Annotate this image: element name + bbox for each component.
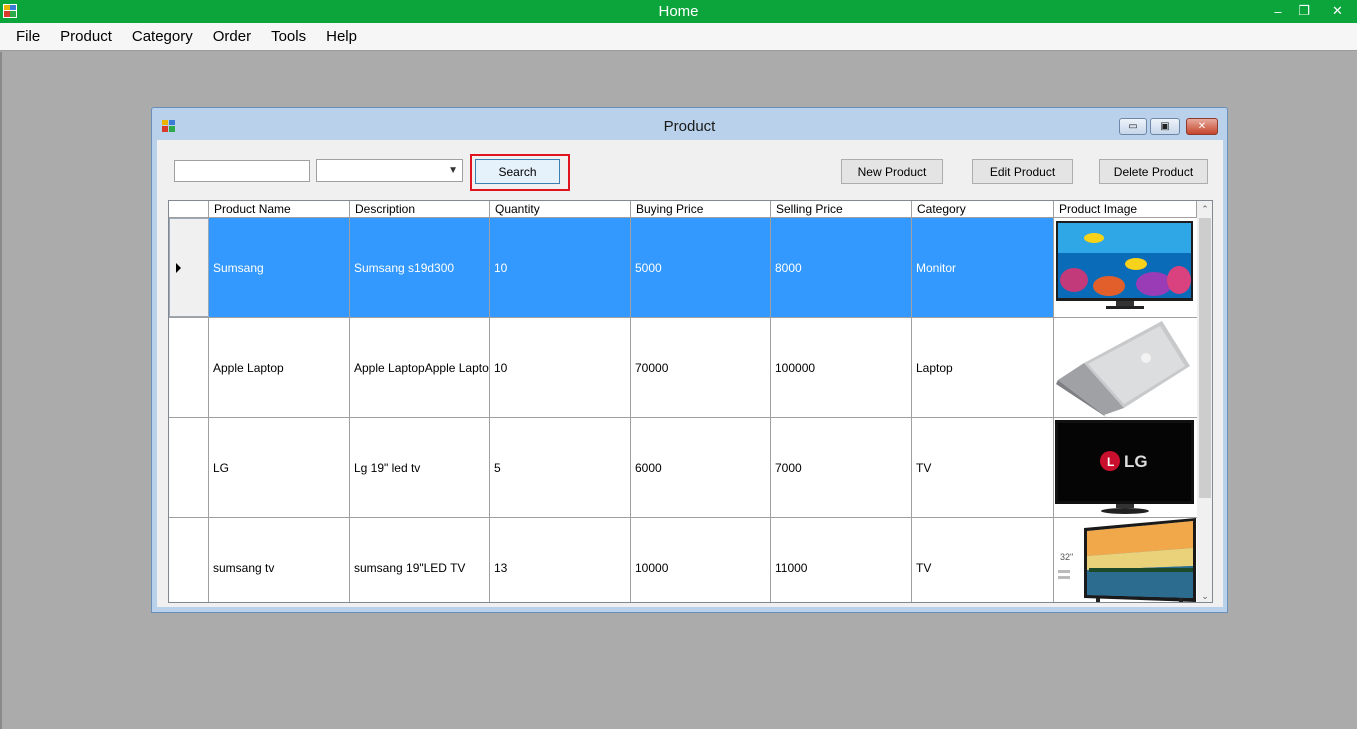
table-row[interactable]: Sumsang Sumsang s19d300 10 5000 8000 Mon… (169, 218, 1197, 318)
header-quantity[interactable]: Quantity (490, 201, 631, 218)
cell-product-image[interactable] (1054, 318, 1196, 417)
main-window-title: Home (658, 3, 699, 20)
cell-selling-price[interactable]: 8000 (771, 218, 912, 317)
cell-product-name[interactable]: LG (209, 418, 350, 517)
child-maximize-button[interactable]: ▣ (1150, 118, 1180, 135)
menu-bar: File Product Category Order Tools Help (0, 23, 1357, 51)
cell-product-image[interactable]: 32" (1054, 518, 1196, 602)
category-select[interactable]: ▼ (316, 159, 463, 182)
header-description[interactable]: Description (350, 201, 490, 218)
lg-tv-image: L LG (1054, 418, 1196, 517)
search-input[interactable] (174, 160, 310, 182)
menu-order[interactable]: Order (203, 23, 261, 51)
svg-text:L: L (1107, 455, 1114, 469)
led-tv-landscape-image: 32" (1054, 518, 1196, 602)
cell-description[interactable]: Lg 19" led tv (350, 418, 490, 517)
cell-category[interactable]: Monitor (912, 218, 1054, 317)
cell-buying-price[interactable]: 70000 (631, 318, 771, 417)
cell-product-image[interactable] (1054, 218, 1196, 317)
menu-file[interactable]: File (6, 23, 50, 51)
menu-product[interactable]: Product (50, 23, 122, 51)
grid-header: Product Name Description Quantity Buying… (169, 201, 1197, 218)
menu-help[interactable]: Help (316, 23, 367, 51)
scroll-down-arrow-icon[interactable]: ⌄ (1197, 588, 1212, 602)
menu-tools[interactable]: Tools (261, 23, 316, 51)
vertical-scrollbar[interactable]: ⌃ ⌄ (1197, 201, 1212, 602)
close-button[interactable]: ✕ (1318, 0, 1357, 22)
cell-quantity[interactable]: 5 (490, 418, 631, 517)
main-titlebar: Home – ❐ ✕ (0, 0, 1357, 23)
cell-product-name[interactable]: sumsang tv (209, 518, 350, 602)
silver-laptop-image (1054, 318, 1196, 417)
cell-description[interactable]: Apple LaptopApple Lapto… (350, 318, 490, 417)
scrollbar-thumb[interactable] (1199, 218, 1211, 498)
cell-category[interactable]: Laptop (912, 318, 1054, 417)
cell-description[interactable]: Sumsang s19d300 (350, 218, 490, 317)
cell-product-name[interactable]: Sumsang (209, 218, 350, 317)
chevron-down-icon[interactable]: ▼ (448, 165, 458, 176)
delete-product-button[interactable]: Delete Product (1099, 159, 1208, 184)
row-header[interactable] (169, 518, 209, 602)
cell-selling-price[interactable]: 100000 (771, 318, 912, 417)
cell-product-name[interactable]: Apple Laptop (209, 318, 350, 417)
product-grid[interactable]: Product Name Description Quantity Buying… (168, 200, 1213, 603)
cell-quantity[interactable]: 10 (490, 218, 631, 317)
table-row[interactable]: sumsang tv sumsang 19"LED TV 13 10000 11… (169, 518, 1197, 602)
cell-selling-price[interactable]: 11000 (771, 518, 912, 602)
header-buying-price[interactable]: Buying Price (631, 201, 771, 218)
cell-selling-price[interactable]: 7000 (771, 418, 912, 517)
cell-buying-price[interactable]: 10000 (631, 518, 771, 602)
cell-product-image[interactable]: L LG (1054, 418, 1196, 517)
table-row[interactable]: LG Lg 19" led tv 5 6000 7000 TV L LG (169, 418, 1197, 518)
monitor-aquarium-image (1054, 218, 1196, 317)
cell-buying-price[interactable]: 5000 (631, 218, 771, 317)
product-window-content: ▼ Search New Product Edit Product Delete… (157, 140, 1223, 607)
header-product-image[interactable]: Product Image (1054, 201, 1197, 218)
child-minimize-button[interactable]: ▭ (1119, 118, 1147, 135)
cell-category[interactable]: TV (912, 418, 1054, 517)
menu-category[interactable]: Category (122, 23, 203, 51)
cell-description[interactable]: sumsang 19"LED TV (350, 518, 490, 602)
scroll-up-arrow-icon[interactable]: ⌃ (1197, 201, 1212, 217)
header-row-selector[interactable] (169, 201, 209, 218)
product-window: Product ▭ ▣ ✕ ▼ Search New Product Edit … (151, 107, 1228, 613)
current-row-arrow-icon (176, 263, 181, 273)
search-button[interactable]: Search (475, 159, 560, 184)
header-product-name[interactable]: Product Name (209, 201, 350, 218)
header-category[interactable]: Category (912, 201, 1054, 218)
child-close-button[interactable]: ✕ (1186, 118, 1218, 135)
row-header[interactable] (169, 418, 209, 517)
table-row[interactable]: Apple Laptop Apple LaptopApple Lapto… 10… (169, 318, 1197, 418)
row-header[interactable] (169, 218, 209, 317)
row-header[interactable] (169, 318, 209, 417)
cell-quantity[interactable]: 13 (490, 518, 631, 602)
cell-quantity[interactable]: 10 (490, 318, 631, 417)
header-selling-price[interactable]: Selling Price (771, 201, 912, 218)
cell-buying-price[interactable]: 6000 (631, 418, 771, 517)
new-product-button[interactable]: New Product (841, 159, 943, 184)
restore-button[interactable]: ❐ (1291, 0, 1317, 22)
lg-logo-label: LG (1124, 452, 1148, 471)
cell-category[interactable]: TV (912, 518, 1054, 602)
minimize-button[interactable]: – (1265, 0, 1291, 22)
product-window-titlebar[interactable]: Product ▭ ▣ ✕ (152, 108, 1227, 140)
screen-size-label: 32" (1060, 552, 1073, 562)
edit-product-button[interactable]: Edit Product (972, 159, 1073, 184)
product-window-title: Product (663, 118, 716, 135)
